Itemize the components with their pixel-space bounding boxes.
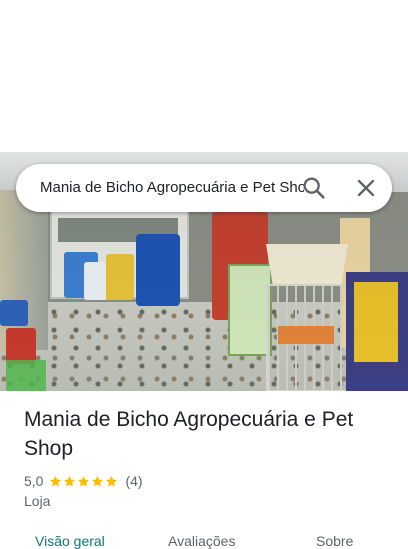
search-input[interactable]: Mania de Bicho Agropecuária e Pet Shop bbox=[40, 164, 304, 212]
star-icon bbox=[50, 475, 62, 486]
place-tabs: Visão geral Avaliações Sobre bbox=[0, 528, 408, 549]
close-icon[interactable] bbox=[352, 174, 380, 202]
place-category: Loja bbox=[24, 493, 51, 509]
place-title: Mania de Bicho Agropecuária e Pet Shop bbox=[24, 408, 354, 460]
rating-row[interactable]: 5,0 (4) bbox=[24, 472, 143, 490]
star-icon bbox=[92, 475, 104, 486]
star-icon bbox=[106, 475, 118, 486]
tab-overview[interactable]: Visão geral bbox=[35, 533, 105, 549]
review-count[interactable]: (4) bbox=[125, 473, 142, 489]
star-icon bbox=[64, 475, 76, 486]
search-bar[interactable]: Mania de Bicho Agropecuária e Pet Shop bbox=[16, 164, 392, 212]
search-icon[interactable] bbox=[300, 174, 328, 202]
tab-about[interactable]: Sobre bbox=[316, 533, 353, 549]
star-icon bbox=[78, 475, 90, 486]
rating-value: 5,0 bbox=[24, 473, 44, 489]
rating-stars bbox=[49, 475, 119, 488]
tab-reviews[interactable]: Avaliações bbox=[168, 533, 235, 549]
map-blank-area bbox=[0, 0, 408, 152]
